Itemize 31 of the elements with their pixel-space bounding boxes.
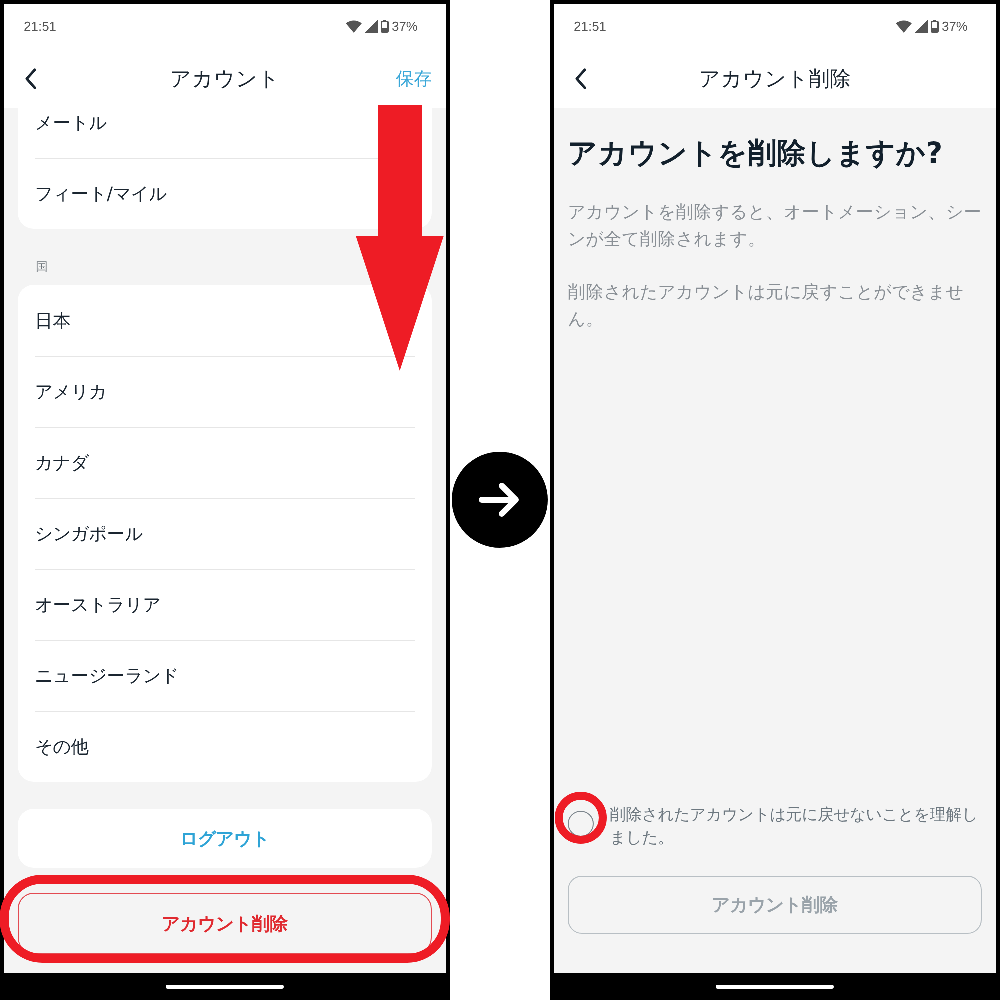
- country-option[interactable]: オーストラリア: [35, 593, 161, 617]
- back-icon[interactable]: [24, 68, 37, 90]
- confirm-radio[interactable]: [568, 811, 594, 837]
- status-time: 21:51: [574, 19, 607, 34]
- battery-icon: [930, 20, 939, 33]
- country-option[interactable]: アメリカ: [35, 380, 107, 404]
- unit-option[interactable]: フィート/マイル: [35, 182, 168, 206]
- signal-icon: [364, 20, 378, 33]
- country-option[interactable]: シンガポール: [35, 522, 143, 546]
- battery-level: 37%: [942, 19, 968, 34]
- wifi-icon: [346, 20, 362, 33]
- screen-title: アカウント削除: [699, 66, 851, 92]
- back-icon[interactable]: [574, 68, 587, 90]
- country-option[interactable]: その他: [35, 735, 89, 759]
- delete-account-button[interactable]: アカウント削除: [18, 893, 432, 954]
- country-option[interactable]: ニュージーランド: [35, 664, 179, 688]
- status-time: 21:51: [24, 19, 57, 34]
- screen-title: アカウント: [170, 66, 280, 92]
- warning-text: 削除されたアカウントは元に戻すことができません。: [568, 282, 965, 332]
- arrow-right-icon: [452, 452, 548, 548]
- section-label: 国: [36, 259, 49, 276]
- confirm-label: 削除されたアカウントは元に戻せないことを理解しました。: [610, 804, 979, 849]
- dialog-heading: アカウントを削除しますか?: [568, 135, 944, 172]
- unit-option[interactable]: メートル: [35, 110, 107, 134]
- warning-text: アカウントを削除すると、オートメーション、シーンが全て削除されます。: [568, 202, 982, 252]
- battery-level: 37%: [392, 19, 418, 34]
- signal-icon: [914, 20, 928, 33]
- country-option[interactable]: 日本: [35, 308, 71, 332]
- wifi-icon: [896, 20, 912, 33]
- battery-icon: [380, 20, 389, 33]
- country-option[interactable]: カナダ: [35, 451, 89, 475]
